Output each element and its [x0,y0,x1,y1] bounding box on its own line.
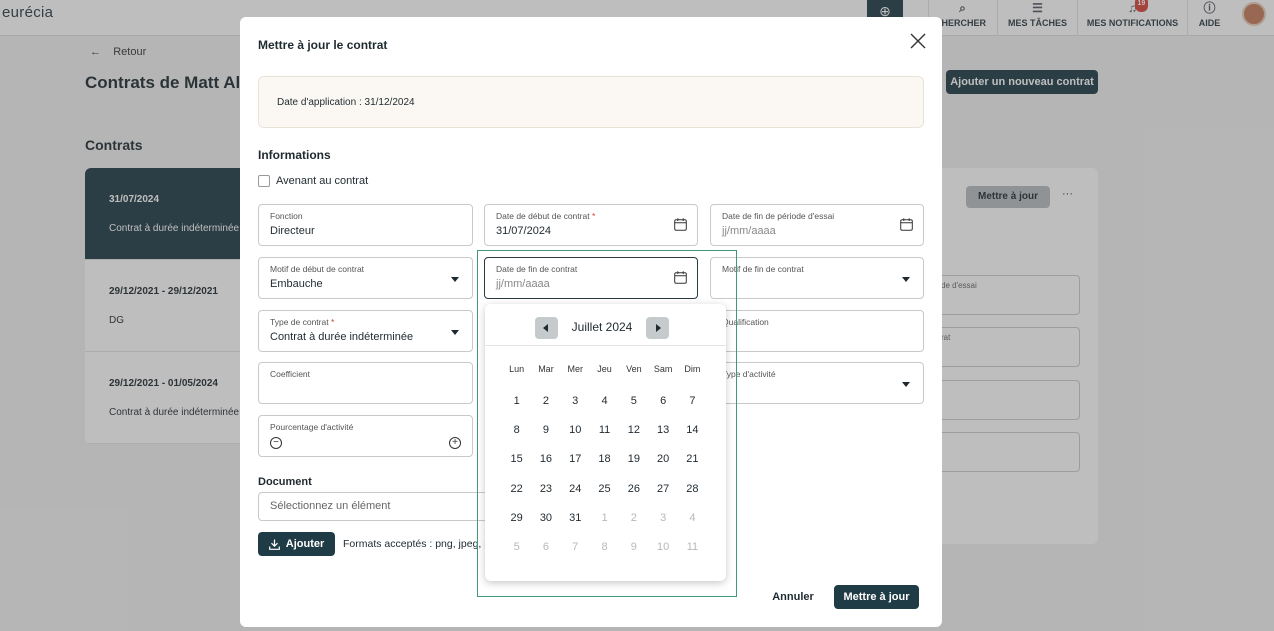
amendment-checkbox[interactable] [258,175,270,187]
chevron-down-icon [451,330,459,335]
calendar-icon[interactable] [674,218,687,231]
document-select[interactable]: Sélectionnez un élément [258,492,488,521]
plus-circle-icon[interactable]: + [449,437,461,449]
trial-end-input: jj/mm/aaaa [722,225,776,237]
close-icon [910,33,926,49]
add-document-button[interactable]: Ajouter [258,532,335,556]
amendment-checkbox-row[interactable]: Avenant au contrat [258,174,368,188]
update-button[interactable]: Mettre à jour [834,585,919,609]
chevron-down-icon [902,277,910,282]
start-reason-select[interactable]: Motif de début de contrat Embauche [258,257,473,299]
document-title: Document [258,476,312,488]
fonction-field[interactable]: Fonction Directeur [258,204,473,246]
close-button[interactable] [908,31,928,51]
activity-percentage-stepper[interactable]: Pourcentage d'activité − + [258,415,473,457]
cancel-button[interactable]: Annuler [768,586,818,608]
contract-type-select[interactable]: Type de contrat * Contrat à durée indéte… [258,310,473,352]
start-reason-value: Embauche [270,278,323,290]
start-date-value: 31/07/2024 [496,225,552,237]
contract-type-value: Contrat à durée indéterminée [270,331,414,343]
informations-title: Informations [258,148,331,162]
accepted-formats-text: Formats acceptés : png, jpeg, p [343,538,485,550]
chevron-down-icon [451,277,459,282]
amendment-label: Avenant au contrat [276,175,369,187]
end-reason-select[interactable]: Motif de fin de contrat [710,257,924,299]
minus-circle-icon[interactable]: − [270,437,282,449]
qualification-field[interactable]: Qualification [710,310,924,352]
start-date-field[interactable]: Date de début de contrat * 31/07/2024 [484,204,698,246]
trial-end-field[interactable]: Date de fin de période d'essai jj/mm/aaa… [710,204,924,246]
coefficient-field[interactable]: Coefficient [258,362,473,404]
modal-title: Mettre à jour le contrat [258,38,388,52]
fonction-value: Directeur [270,225,315,237]
chevron-down-icon [902,382,910,387]
calendar-icon[interactable] [900,218,913,231]
application-date-banner: Date d'application : 31/12/2024 [258,76,924,128]
highlight-frame [477,250,737,597]
download-icon [268,539,280,550]
activity-type-select[interactable]: Type d'activité [710,362,924,404]
